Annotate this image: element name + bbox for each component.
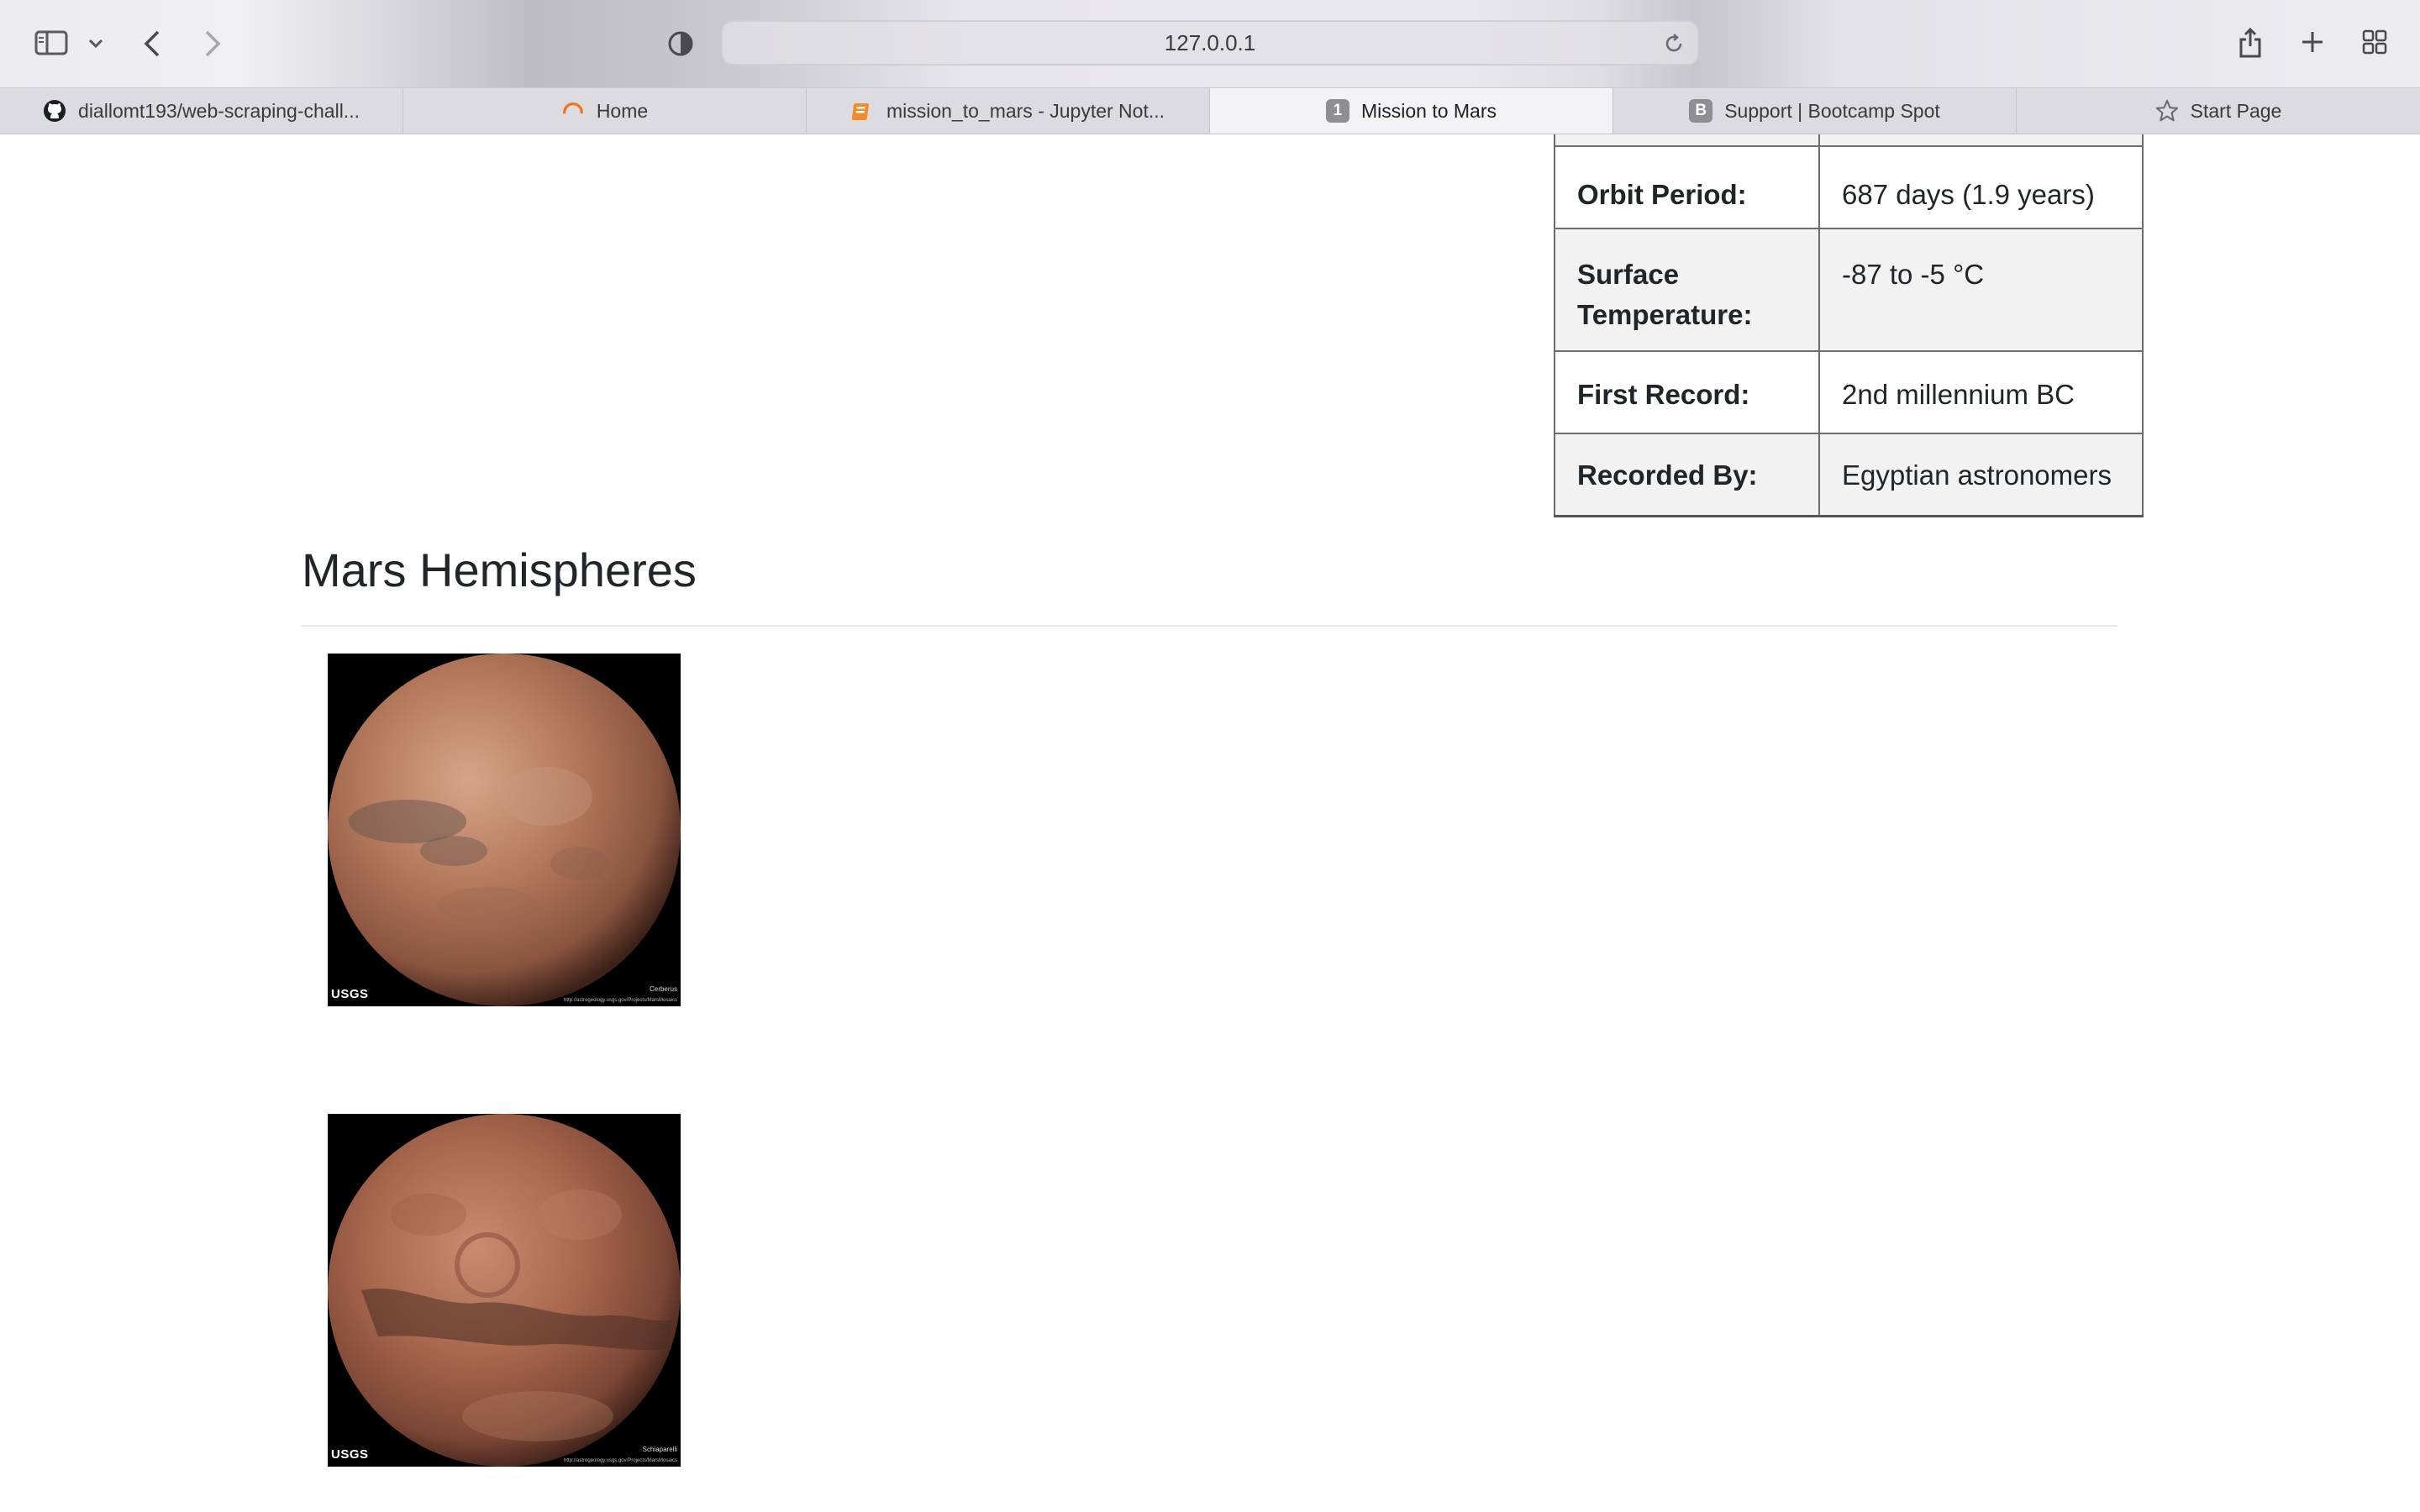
image-caption: Cerberus (650, 985, 677, 993)
chevron-down-icon[interactable] (86, 34, 106, 54)
table-row: Recorded By: Egyptian astronomers (1554, 433, 2144, 517)
tab-home[interactable]: Home (403, 88, 807, 134)
image-caption: Schiaparelli (642, 1446, 677, 1453)
table-row (1554, 134, 2144, 147)
github-icon (43, 99, 66, 123)
tab-label: Home (596, 99, 649, 122)
tab-badge-icon: 1 (1325, 99, 1349, 123)
notebook-icon (851, 99, 875, 123)
table-row: Surface Temperature: -87 to -5 °C (1554, 228, 2144, 352)
back-arrow-icon[interactable] (139, 27, 165, 60)
tab-start-page[interactable]: Start Page (2017, 88, 2420, 134)
fact-label: Orbit Period: (1554, 145, 1820, 229)
tab-github[interactable]: diallomt193/web-scraping-chall... (0, 88, 403, 134)
sidebar-toggle-icon[interactable] (34, 29, 69, 57)
image-url: http://astrogeology.usgs.gov/Projects/Ma… (564, 1458, 677, 1463)
mars-facts-table: Orbit Period: 687 days (1.9 years) Surfa… (1554, 134, 2144, 517)
mars-globe-image (328, 654, 681, 1006)
fact-value: -87 to -5 °C (1818, 228, 2144, 352)
browser-toolbar: 127.0.0.1 (0, 0, 2420, 87)
hemispheres-heading: Mars Hemispheres (302, 543, 697, 596)
table-row: First Record: 2nd millennium BC (1554, 350, 2144, 434)
fact-label: Surface Temperature: (1554, 228, 1820, 352)
hemisphere-image-cerberus[interactable]: USGS Cerberus http://astrogeology.usgs.g… (328, 654, 681, 1006)
privacy-shield-icon[interactable] (666, 29, 696, 59)
fact-label: Recorded By: (1554, 433, 1820, 517)
new-tab-plus-icon[interactable] (2297, 27, 2328, 57)
tab-jupyter[interactable]: mission_to_mars - Jupyter Not... (807, 88, 1210, 134)
fact-value: 687 days (1.9 years) (1818, 145, 2144, 229)
forward-arrow-icon[interactable] (200, 27, 225, 60)
tab-label: Mission to Mars (1360, 99, 1497, 122)
fact-value: Egyptian astronomers (1818, 433, 2144, 517)
mars-globe-image (328, 1114, 681, 1467)
tab-label: Support | Bootcamp Spot (1724, 99, 1940, 122)
image-url: http://astrogeology.usgs.gov/Projects/Ma… (564, 998, 677, 1003)
usgs-logo: USGS (331, 987, 369, 1001)
tab-mission-to-mars[interactable]: 1 Mission to Mars (1210, 88, 1613, 134)
divider (302, 625, 2118, 627)
loading-spinner-icon (561, 99, 585, 123)
fact-label: First Record: (1554, 350, 1820, 434)
tab-label: Start Page (2190, 99, 2282, 122)
address-bar[interactable]: 127.0.0.1 (721, 20, 1699, 66)
usgs-logo: USGS (331, 1447, 369, 1462)
tab-overview-icon[interactable] (2360, 27, 2390, 57)
table-row: Orbit Period: 687 days (1.9 years) (1554, 145, 2144, 229)
tab-label: mission_to_mars - Jupyter Not... (886, 99, 1165, 122)
share-icon[interactable] (2235, 24, 2265, 62)
tab-strip: diallomt193/web-scraping-chall... Home m… (0, 87, 2420, 134)
tab-bootcamp-support[interactable]: B Support | Bootcamp Spot (1613, 88, 2017, 134)
tab-label: diallomt193/web-scraping-chall... (78, 99, 360, 122)
address-text: 127.0.0.1 (1164, 29, 1256, 55)
tab-badge-icon: B (1689, 99, 1713, 123)
hemisphere-image-schiaparelli[interactable]: USGS Schiaparelli http://astrogeology.us… (328, 1114, 681, 1467)
reload-icon[interactable] (1662, 32, 1686, 60)
fact-value: 2nd millennium BC (1818, 350, 2144, 434)
star-icon (2155, 99, 2179, 123)
